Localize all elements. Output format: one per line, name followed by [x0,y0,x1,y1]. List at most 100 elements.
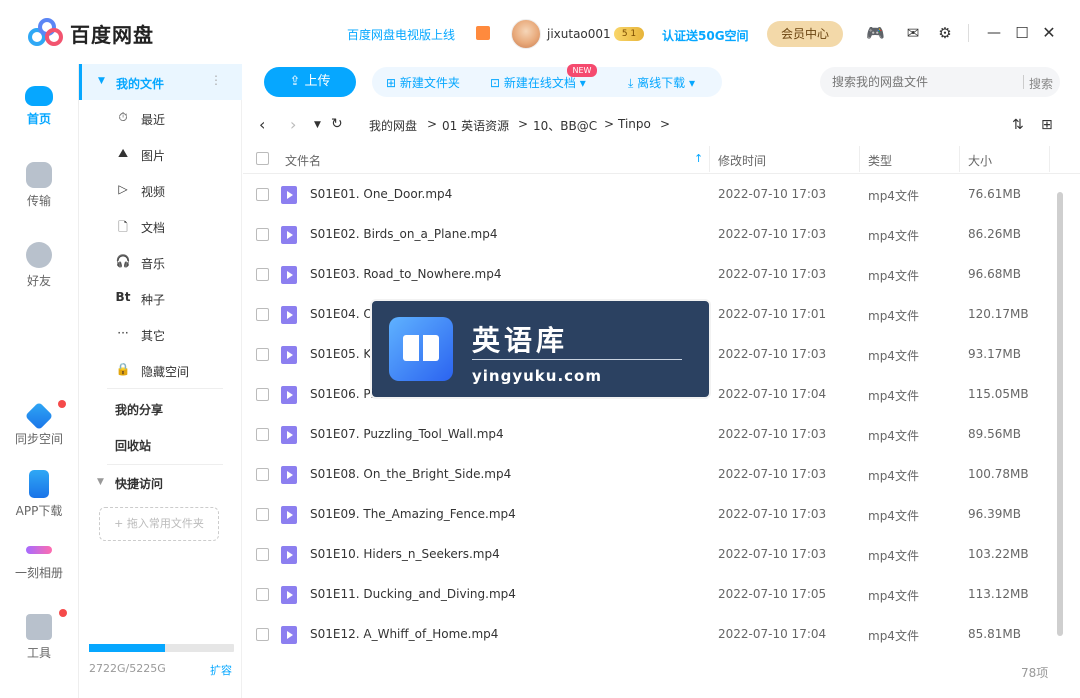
sidebar-item-recent[interactable]: ⏱ 最近 [79,107,242,131]
sidebar-item-others[interactable]: ··· 其它 [79,323,242,347]
tv-promo-link[interactable]: 百度网盘电视版上线 [347,26,455,43]
table-row[interactable]: S01E01. One_Door.mp4 2022-07-10 17:03 mp4文… [243,174,1080,214]
column-header-name[interactable]: 文件名 [285,152,321,169]
column-header-size[interactable]: 大小 [968,152,992,169]
row-checkbox[interactable] [256,508,269,521]
row-checkbox[interactable] [256,268,269,281]
offline-download-button[interactable]: ⤓ 离线下载 ▾ [628,74,695,91]
row-checkbox[interactable] [256,308,269,321]
rail-item-sync[interactable]: 同步空间 [0,401,78,447]
close-icon[interactable]: ✕ [1040,24,1058,42]
username[interactable]: jixutao001 [547,27,611,41]
rail-item-tools[interactable]: 工具 [0,614,78,661]
table-row[interactable]: S01E07. Puzzling_Tool_Wall.mp4 2022-07-10… [243,414,1080,454]
table-row[interactable]: S01E11. Ducking_and_Diving.mp4 2022-07-10… [243,574,1080,614]
sidebar-item-videos[interactable]: ▷ 视频 [79,179,242,203]
member-center-button[interactable]: 会员中心 [767,21,843,47]
file-name[interactable]: S01E02. Birds_on_a_Plane.mp4 [310,227,498,241]
column-divider [959,146,960,172]
sidebar-item-quick-access[interactable]: 快捷访问 [115,475,163,492]
upload-button[interactable]: ⇪ 上传 [264,67,356,97]
sidebar-item-my-files[interactable]: ▼ 我的文件 ⋮ [79,64,242,100]
toolbar: ⇪ 上传 ⊞ 新建文件夹 ⊡ 新建在线文档 ▾ NEW ⤓ 离线下载 ▾ 搜索 [243,64,1080,102]
quick-access-dropzone[interactable]: + 拖入常用文件夹 [99,507,219,541]
table-row[interactable]: S01E02. Birds_on_a_Plane.mp4 2022-07-10 1… [243,214,1080,254]
sidebar-item-torrents[interactable]: Bt 种子 [79,287,242,311]
rail-item-transfer[interactable]: 传输 [0,162,78,209]
grid-view-icon[interactable]: ⊞ [1041,117,1053,133]
file-name[interactable]: S01E07. Puzzling_Tool_Wall.mp4 [310,427,504,441]
caret-down-icon[interactable]: ▼ [98,76,105,86]
rail-item-album[interactable]: 一刻相册 [0,536,78,581]
table-row[interactable]: S01E08. On_the_Bright_Side.mp4 2022-07-10… [243,454,1080,494]
search-input[interactable] [832,73,1012,91]
verify-link[interactable]: 认证送50G空间 [662,27,749,44]
row-checkbox[interactable] [256,348,269,361]
breadcrumb-item[interactable]: 01 英语资源 [442,117,509,134]
file-name[interactable]: S01E04. O [310,307,373,321]
row-checkbox[interactable] [256,628,269,641]
rail-item-friends[interactable]: 好友 [0,242,78,289]
app-logo[interactable]: 百度网盘 [28,18,154,48]
new-folder-button[interactable]: ⊞ 新建文件夹 [386,74,460,91]
document-icon: 🗋 [118,220,128,234]
file-name[interactable]: S01E01. One_Door.mp4 [310,187,452,201]
row-checkbox[interactable] [256,468,269,481]
breadcrumb-item[interactable]: 我的网盘 [369,117,417,134]
breadcrumb-item[interactable]: 10、BB@C [533,117,597,134]
search-button[interactable]: 搜索 [1029,75,1053,92]
back-arrow-icon[interactable]: ‹ [259,115,265,134]
file-name[interactable]: S01E11. Ducking_and_Diving.mp4 [310,587,516,601]
row-checkbox[interactable] [256,188,269,201]
breadcrumb-item[interactable]: Tinpo [618,117,651,131]
file-name[interactable]: S01E09. The_Amazing_Fence.mp4 [310,507,516,521]
file-type: mp4文件 [868,349,919,363]
notification-dot [58,400,66,408]
sort-icon[interactable]: ⇅ [1012,117,1024,133]
file-modified: 2022-07-10 17:03 [718,227,827,241]
maximize-icon[interactable]: ☐ [1013,24,1031,42]
row-checkbox[interactable] [256,548,269,561]
minimize-icon[interactable]: — [985,24,1003,42]
rail-item-home[interactable]: 首页 [0,82,78,127]
file-name[interactable]: S01E12. A_Whiff_of_Home.mp4 [310,627,498,641]
file-name[interactable]: S01E05. K [310,347,371,361]
table-row[interactable]: S01E12. A_Whiff_of_Home.mp4 2022-07-10 17… [243,614,1080,654]
refresh-icon[interactable]: ↻ [331,116,343,132]
file-name[interactable]: S01E08. On_the_Bright_Side.mp4 [310,467,511,481]
sidebar-item-label: 隐藏空间 [141,365,190,379]
caret-down-icon[interactable]: ▼ [97,477,104,487]
scrollbar[interactable] [1057,192,1063,636]
gear-icon[interactable]: ⚙ [936,24,954,42]
history-dropdown-icon[interactable]: ▼ [314,120,321,130]
sidebar-item-music[interactable]: 🎧 音乐 [79,251,242,275]
table-row[interactable]: S01E09. The_Amazing_Fence.mp4 2022-07-10 … [243,494,1080,534]
file-name[interactable]: S01E03. Road_to_Nowhere.mp4 [310,267,501,281]
row-checkbox[interactable] [256,228,269,241]
row-checkbox[interactable] [256,388,269,401]
row-checkbox[interactable] [256,428,269,441]
rail-item-app-download[interactable]: APP下载 [0,470,78,519]
sidebar-item-recycle-bin[interactable]: 回收站 [115,437,151,454]
table-row[interactable]: S01E03. Road_to_Nowhere.mp4 2022-07-10 17… [243,254,1080,294]
avatar[interactable] [511,19,541,49]
sidebar-item-my-share[interactable]: 我的分享 [115,401,163,418]
select-all-checkbox[interactable] [256,152,269,165]
file-size: 96.39MB [968,507,1021,521]
file-name[interactable]: S01E10. Hiders_n_Seekers.mp4 [310,547,500,561]
expand-storage-link[interactable]: 扩容 [210,662,232,678]
forward-arrow-icon[interactable]: › [290,115,296,134]
sidebar-item-hidden-space[interactable]: 🔒 隐藏空间 [79,359,242,383]
sort-ascending-icon[interactable]: ↑ [694,152,703,165]
table-row[interactable]: S01E10. Hiders_n_Seekers.mp4 2022-07-10 1… [243,534,1080,574]
mail-icon[interactable]: ✉ [904,24,922,42]
more-vertical-icon[interactable]: ⋮ [210,73,222,87]
game-icon[interactable]: 🎮 [866,24,885,42]
file-name[interactable]: S01E06. Pi [310,387,374,401]
row-checkbox[interactable] [256,588,269,601]
gift-icon[interactable] [476,26,490,40]
sidebar-item-images[interactable]: ⛰ 图片 [79,143,242,167]
column-header-type[interactable]: 类型 [868,152,892,169]
column-header-modified[interactable]: 修改时间 [718,152,766,169]
sidebar-item-documents[interactable]: 🗋 文档 [79,215,242,239]
